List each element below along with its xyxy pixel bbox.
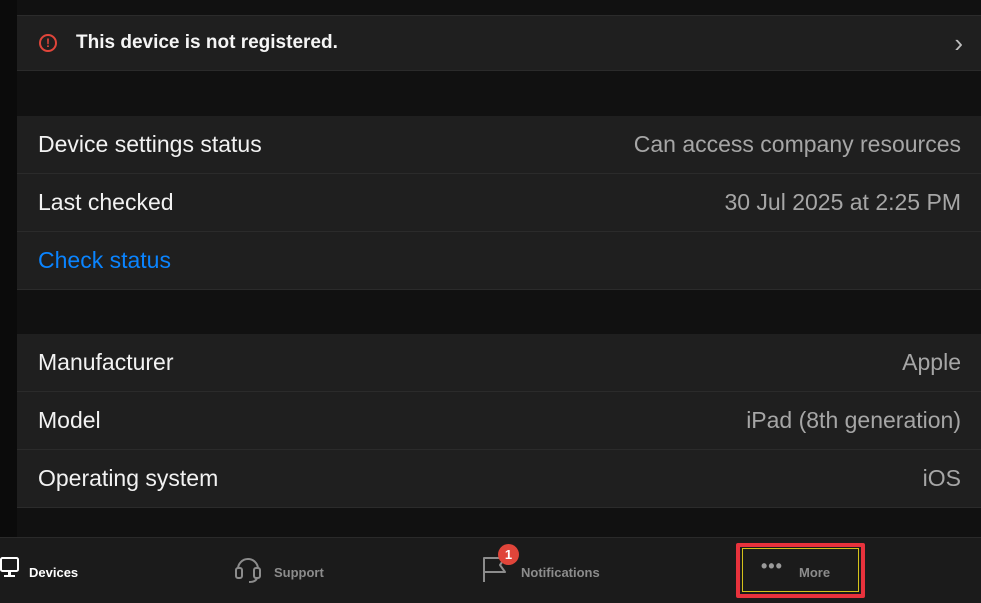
device-settings-status-row: Device settings status Can access compan… [17, 116, 981, 174]
manufacturer-label: Manufacturer [38, 349, 174, 375]
last-checked-row: Last checked 30 Jul 2025 at 2:25 PM [17, 174, 981, 232]
device-settings-status-label: Device settings status [38, 131, 262, 157]
model-row: Model iPad (8th generation) [17, 392, 981, 450]
headset-icon [235, 558, 261, 583]
check-status-row[interactable]: Check status [17, 232, 981, 290]
tab-notifications[interactable]: 1 Notifications [478, 538, 618, 603]
left-edge-strip [0, 0, 17, 537]
tab-devices[interactable]: Devices [0, 538, 150, 603]
operating-system-row: Operating system iOS [17, 450, 981, 508]
chevron-right-icon: › [954, 28, 963, 58]
more-tab-focus-outline [742, 548, 859, 592]
device-details-panel: ! This device is not registered. › Devic… [17, 0, 981, 537]
manufacturer-value: Apple [902, 349, 961, 375]
tab-notifications-label: Notifications [521, 565, 600, 580]
last-checked-value: 30 Jul 2025 at 2:25 PM [724, 189, 961, 215]
last-checked-label: Last checked [38, 189, 174, 215]
check-status-link[interactable]: Check status [38, 247, 171, 274]
device-settings-status-value: Can access company resources [633, 131, 961, 157]
devices-icon [0, 557, 19, 577]
manufacturer-row: Manufacturer Apple [17, 334, 981, 392]
notification-count-badge: 1 [498, 544, 519, 565]
operating-system-label: Operating system [38, 465, 219, 491]
model-value: iPad (8th generation) [746, 407, 961, 433]
tab-support-label: Support [274, 565, 324, 580]
operating-system-value: iOS [922, 465, 961, 491]
tab-devices-label: Devices [29, 565, 79, 580]
tab-support[interactable]: Support [230, 538, 340, 603]
warning-icon: ! [39, 34, 57, 52]
registration-warning-text: This device is not registered. [76, 32, 338, 53]
registration-warning-banner[interactable]: ! This device is not registered. › [17, 15, 981, 71]
model-label: Model [38, 407, 101, 433]
